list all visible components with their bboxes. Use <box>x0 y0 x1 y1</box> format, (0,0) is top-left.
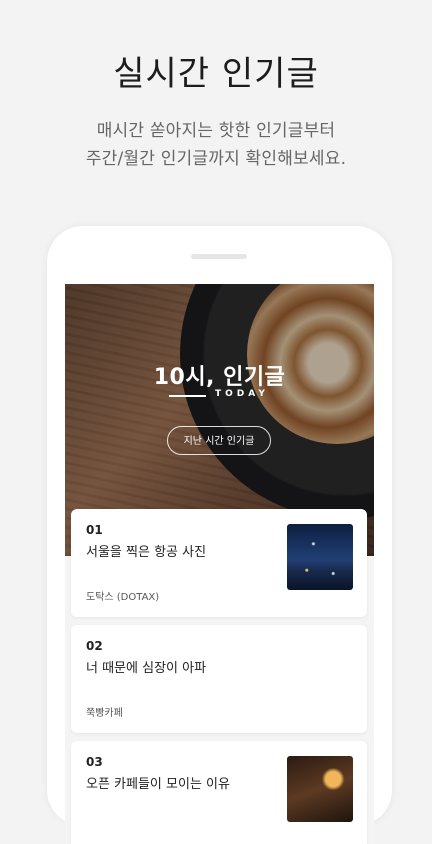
post-source: 도탁스 (DOTAX) <box>86 592 160 603</box>
phone-screen: 10시, 인기글 TODAY 지난 시간 인기글 01 서울을 찍은 항공 사진… <box>65 284 374 844</box>
post-title[interactable]: 오픈 카페들이 모이는 이유 <box>86 773 230 792</box>
post-title[interactable]: 서울을 찍은 항공 사진 <box>86 541 206 560</box>
hero-divider <box>169 395 206 397</box>
post-rank: 02 <box>86 639 103 653</box>
subtitle-line-1: 매시간 쏟아지는 핫한 인기글부터 <box>96 121 336 141</box>
phone-speaker <box>191 254 247 259</box>
post-rank: 03 <box>86 755 103 769</box>
post-card[interactable]: 01 서울을 찍은 항공 사진 도탁스 (DOTAX) <box>71 509 367 617</box>
post-card[interactable]: 02 너 때문에 심장이 아파 쭉빵카페 <box>71 625 367 733</box>
subtitle-line-2: 주간/월간 인기글까지 확인해보세요. <box>85 149 347 169</box>
phone-mockup: 10시, 인기글 TODAY 지난 시간 인기글 01 서울을 찍은 항공 사진… <box>47 226 392 844</box>
past-hours-button[interactable]: 지난 시간 인기글 <box>167 426 271 455</box>
post-rank: 01 <box>86 523 103 537</box>
post-title[interactable]: 너 때문에 심장이 아파 <box>86 657 206 676</box>
post-source: 쭉빵카페 <box>86 708 123 719</box>
hero-subtitle: TODAY <box>215 389 269 399</box>
night-city-thumbnail[interactable] <box>287 524 353 590</box>
coffee-thumbnail[interactable] <box>287 756 353 822</box>
page-title: 실시간 인기글 <box>113 54 319 94</box>
post-card[interactable]: 03 오픈 카페들이 모이는 이유 <box>71 741 367 844</box>
hero-title: 10시, 인기글 <box>153 365 286 390</box>
